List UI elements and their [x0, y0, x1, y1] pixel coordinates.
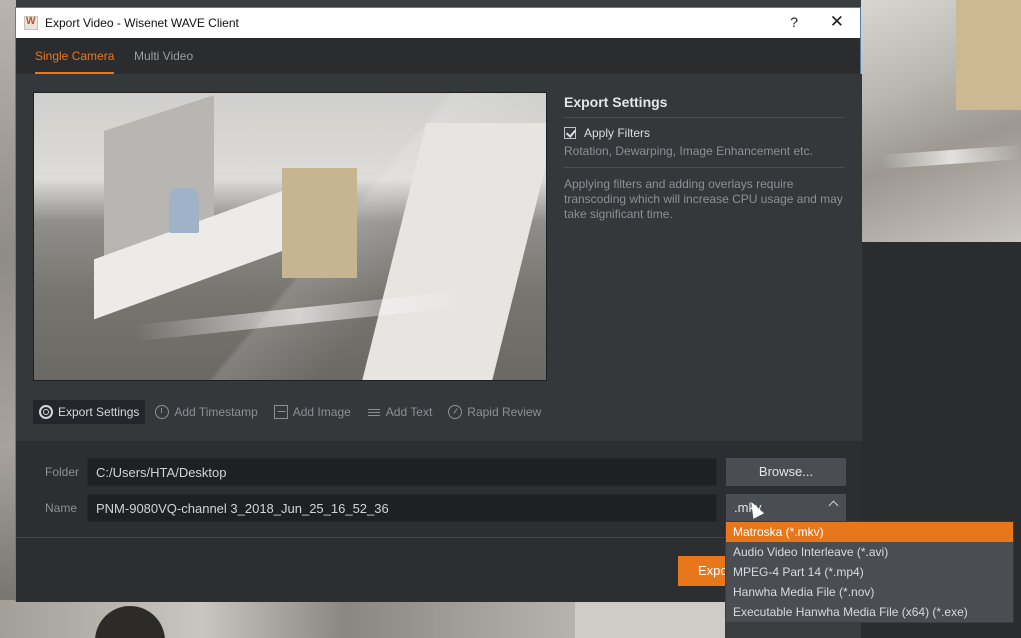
format-option-mkv[interactable]: Matroska (*.mkv) [726, 522, 1013, 542]
clock-icon [155, 405, 170, 419]
video-preview [33, 92, 547, 381]
help-button[interactable]: ? [790, 14, 798, 30]
close-button[interactable]: ✕ [830, 12, 844, 32]
add-timestamp-label: Add Timestamp [174, 405, 258, 419]
name-row: Name PNM-9080VQ-channel 3_2018_Jun_25_16… [16, 494, 862, 522]
browse-button[interactable]: Browse... [726, 458, 846, 486]
folder-field[interactable]: C:/Users/HTA/Desktop [87, 458, 717, 486]
gear-icon [39, 405, 53, 419]
tab-bar: Single Camera Multi Video [16, 38, 860, 74]
app-logo-icon [24, 16, 38, 30]
apply-filters-checkbox[interactable] [564, 127, 576, 139]
camera-tile-left [0, 0, 16, 638]
transcoding-warning: Applying filters and adding overlays req… [564, 177, 843, 221]
export-settings-button[interactable]: Export Settings [33, 400, 146, 424]
tile-person [95, 606, 165, 638]
add-text-button[interactable]: Add Text [361, 400, 438, 424]
overlay-toolbar: Export Settings Add Timestamp Add Image … [33, 400, 551, 424]
tab-multi-video[interactable]: Multi Video [134, 49, 193, 63]
tab-single-camera[interactable]: Single Camera [35, 49, 114, 63]
image-icon [273, 405, 288, 419]
preview-person [169, 188, 199, 233]
add-image-button[interactable]: Add Image [268, 400, 357, 424]
rapid-review-icon [448, 405, 463, 419]
camera-tile-bottom [0, 600, 575, 638]
tile-streak [880, 145, 1021, 169]
tile-cabinet [956, 0, 1021, 110]
format-option-avi[interactable]: Audio Video Interleave (*.avi) [726, 542, 1013, 562]
settings-title: Export Settings [564, 94, 844, 118]
chevron-up-icon [828, 500, 839, 511]
preview-door [361, 123, 546, 380]
apply-filters-description: Rotation, Dewarping, Image Enhancement e… [564, 144, 844, 168]
name-label: Name [45, 501, 78, 515]
name-field[interactable]: PNM-9080VQ-channel 3_2018_Jun_25_16_52_3… [87, 494, 717, 522]
folder-row: Folder C:/Users/HTA/Desktop Browse... [16, 458, 862, 486]
add-image-label: Add Image [292, 405, 351, 419]
apply-filters-label[interactable]: Apply Filters [584, 126, 650, 140]
export-content-area: Export Settings Apply Filters Rotation, … [16, 74, 862, 441]
rapid-review-label: Rapid Review [467, 405, 542, 419]
format-select[interactable]: .mkv [726, 494, 846, 522]
rapid-review-button[interactable]: Rapid Review [442, 400, 547, 424]
add-text-label: Add Text [385, 405, 433, 419]
preview-cabinet [282, 168, 357, 278]
export-settings-panel: Export Settings Apply Filters Rotation, … [564, 94, 844, 222]
window-title: Export Video - Wisenet WAVE Client [45, 16, 239, 30]
format-option-mp4[interactable]: MPEG-4 Part 14 (*.mp4) [726, 562, 1013, 582]
folder-label: Folder [45, 465, 80, 479]
format-dropdown-list: Matroska (*.mkv) Audio Video Interleave … [725, 521, 1014, 623]
export-settings-label: Export Settings [58, 405, 140, 419]
format-option-nov[interactable]: Hanwha Media File (*.nov) [726, 582, 1013, 602]
camera-tile-bottom-right [575, 600, 725, 638]
add-timestamp-button[interactable]: Add Timestamp [149, 400, 263, 424]
export-video-dialog: Export Video - Wisenet WAVE Client ? ✕ S… [15, 7, 862, 602]
camera-tile-right [861, 0, 1021, 242]
apply-filters-row[interactable]: Apply Filters [564, 126, 844, 140]
text-icon [367, 405, 381, 419]
title-bar[interactable]: Export Video - Wisenet WAVE Client ? ✕ [16, 8, 860, 38]
format-option-exe[interactable]: Executable Hanwha Media File (x64) (*.ex… [726, 602, 1013, 622]
